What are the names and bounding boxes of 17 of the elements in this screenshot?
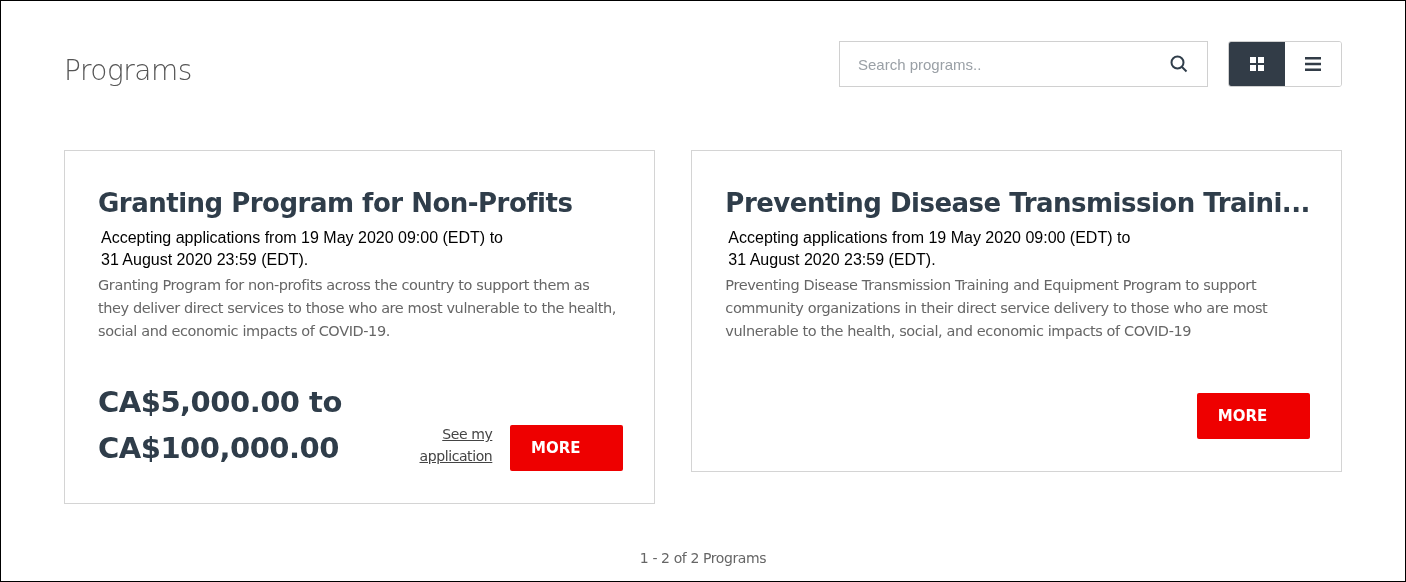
program-description: Granting Program for non-profits across the country to support them as they deliver direct services to those who are most vulnerable to the health, social and economic impacts of COVID-19. <box>98 276 618 341</box>
page-title: Programs <box>64 53 192 89</box>
application-period: Accepting applications from 19 May 2020 09:00 (EDT) to 31 August 2020 23:59 (EDT). <box>728 228 1132 270</box>
search-icon <box>1170 55 1188 73</box>
menu-icon <box>1305 57 1321 71</box>
grid-icon <box>1249 56 1265 72</box>
program-description: Preventing Disease Transmission Training and Equipment Program to support community organizations in their direct service delivery to those who are most vulnerable to the health, social, and economic impacts of COVID-19 <box>725 276 1269 341</box>
program-title: Granting Program for Non-Profits <box>98 187 574 219</box>
funding-amount: CA$5,000.00 to CA$100,000.00 <box>98 384 343 467</box>
application-period: Accepting applications from 19 May 2020 09:00 (EDT) to 31 August 2020 23:59 (EDT). <box>101 228 504 270</box>
more-button[interactable]: MORE <box>1197 393 1310 439</box>
search-field[interactable]: Search programs.. <box>839 41 1208 87</box>
results-count: 1 - 2 of 2 Programs <box>639 549 767 568</box>
grid-view-button[interactable] <box>1229 42 1285 86</box>
see-application-link[interactable]: See my application <box>400 423 493 467</box>
program-title: Preventing Disease Transmission Traini... <box>725 187 1310 219</box>
more-button[interactable]: MORE <box>510 425 624 471</box>
